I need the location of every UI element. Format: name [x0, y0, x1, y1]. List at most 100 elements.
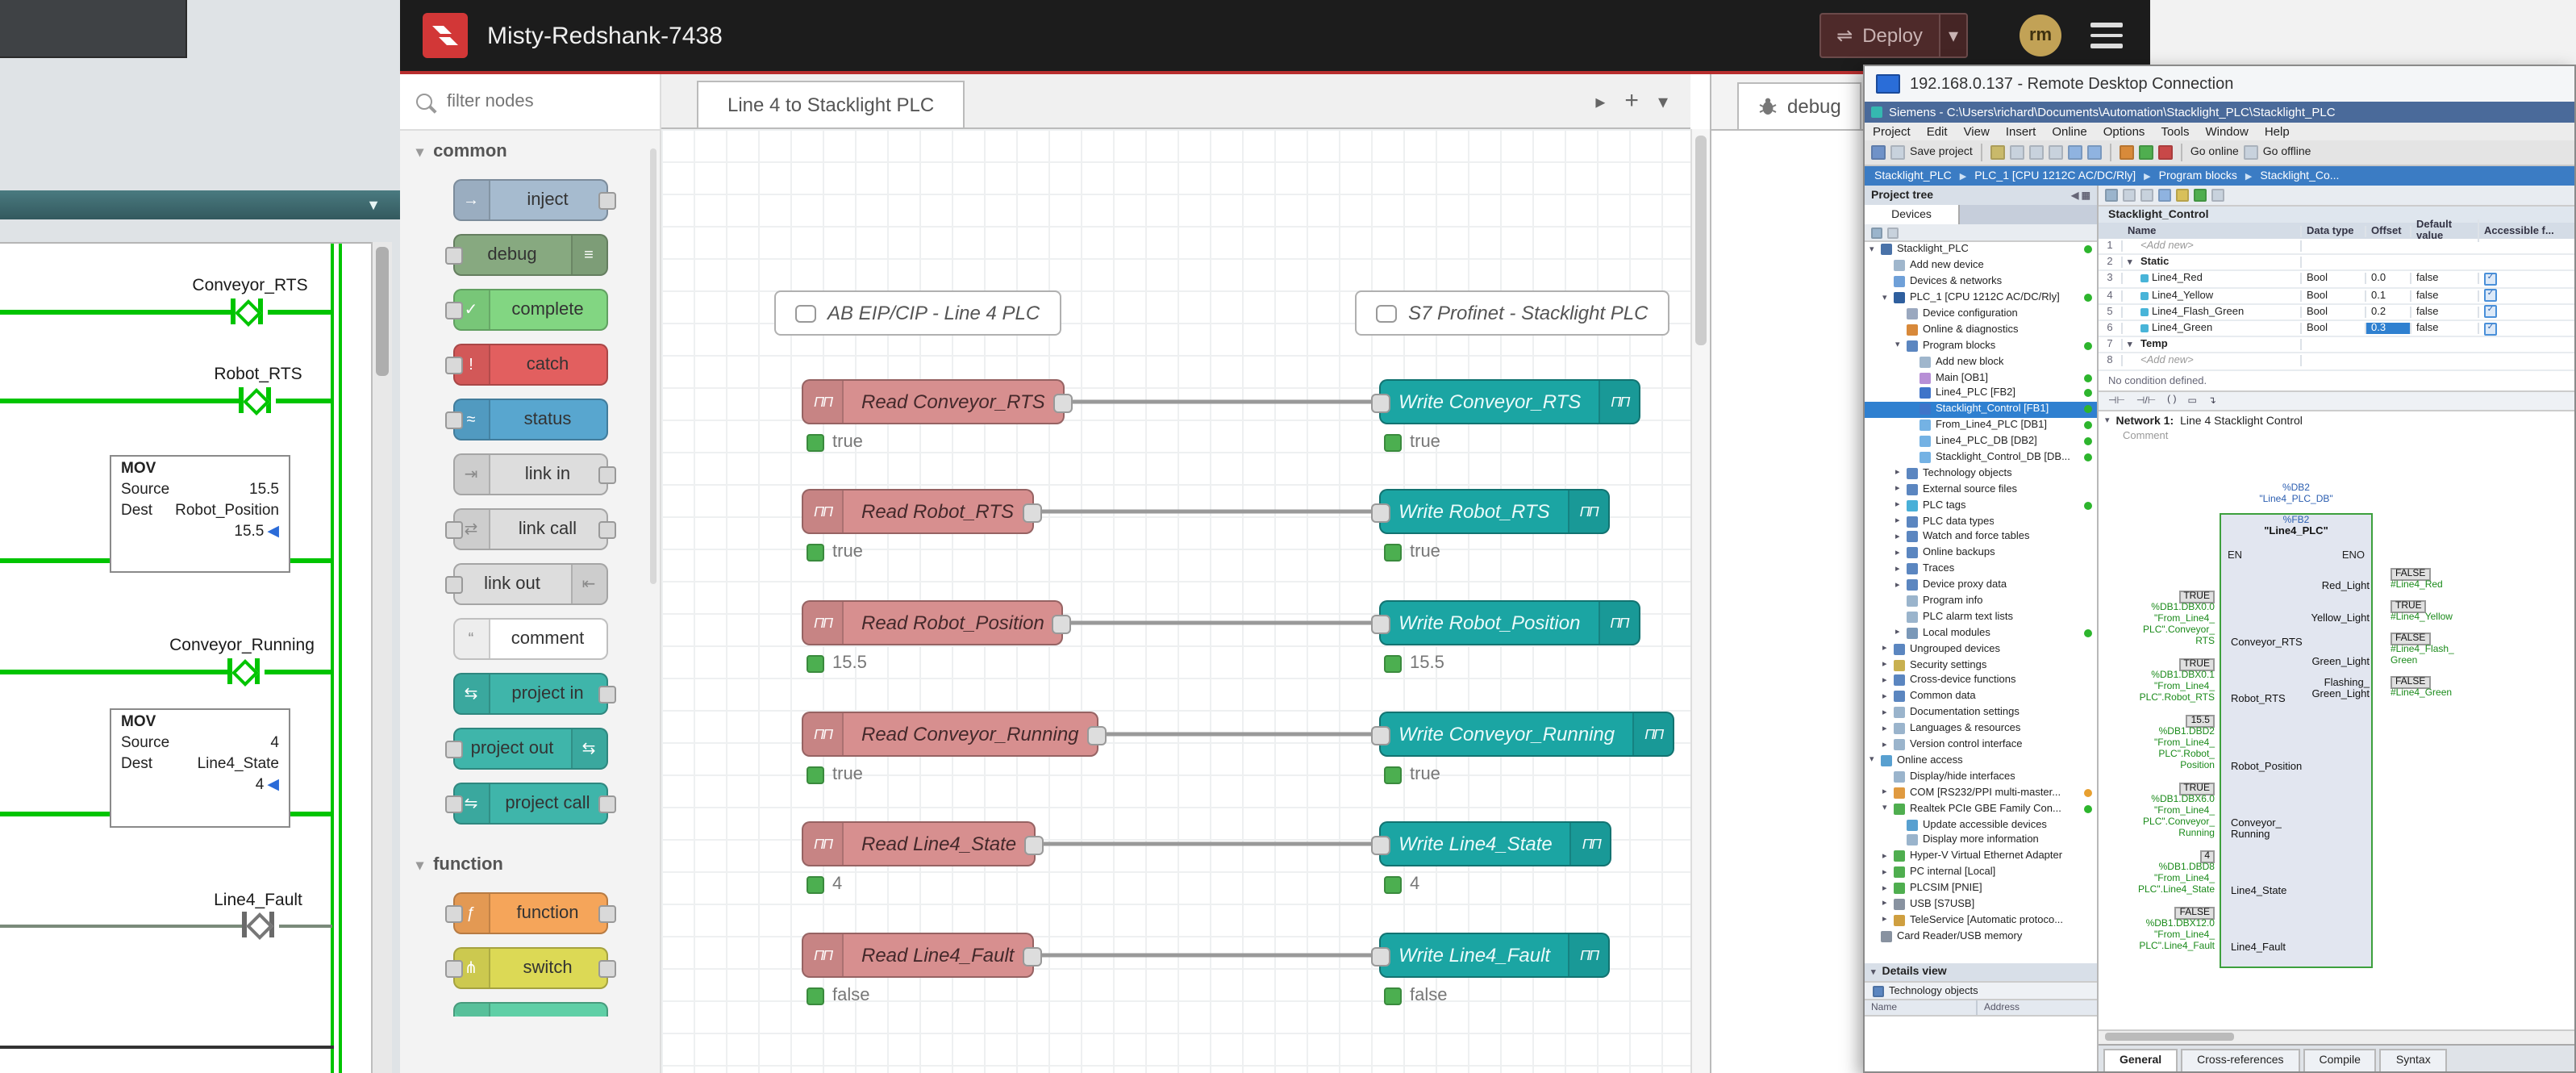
ladder-instruction-icon[interactable]: ⊣/⊢ — [2136, 395, 2156, 406]
output-port[interactable] — [1022, 503, 1041, 523]
write-node[interactable]: ΠΠ Write Line4_Fault — [1379, 933, 1610, 978]
canvas-scrollbar[interactable] — [1690, 129, 1710, 1073]
expand-arrow-icon[interactable]: ▸ — [1882, 900, 1894, 909]
fbd-input-row[interactable]: FALSE%DB1.DBX12.0 "From_Line4_ PLC".Line… — [2099, 906, 2376, 953]
fbd-output-row[interactable]: Flashing_ Green_Light FALSE#Line4_Green — [2234, 675, 2499, 699]
palette-node[interactable]: ⇋ project call — [452, 783, 607, 825]
tree-item[interactable]: ▸ Cross-device functions — [1865, 673, 2097, 689]
expand-arrow-icon[interactable]: ▸ — [1895, 565, 1907, 574]
tree-item[interactable]: PLC alarm text lists — [1865, 609, 2097, 625]
interface-row[interactable]: 7 ▾Temp ✓ — [2099, 337, 2574, 353]
output-port[interactable] — [1087, 726, 1107, 745]
menu-item[interactable]: Help — [2257, 124, 2298, 139]
scrollbar-thumb[interactable] — [2105, 1033, 2234, 1041]
tree-item[interactable]: ▸ Local modules — [1865, 625, 2097, 641]
read-node[interactable]: ΠΠ Read Robot_Position — [802, 600, 1064, 645]
tree-item[interactable]: ▸ Security settings — [1865, 657, 2097, 673]
expand-arrow-icon[interactable]: ▾ — [1869, 756, 1881, 766]
expand-arrow-icon[interactable]: ▸ — [1882, 660, 1894, 670]
print-icon[interactable] — [1990, 145, 2005, 160]
tree-item[interactable]: Stacklight_Control_DB [DB... — [1865, 449, 2097, 466]
tree-item[interactable]: Online & diagnostics — [1865, 322, 2097, 338]
breadcrumb-item[interactable]: Stacklight_PLC — [1874, 170, 1974, 182]
flow-tab[interactable]: Line 4 to Stacklight PLC — [697, 81, 965, 127]
tree-item[interactable]: ▾ Online access — [1865, 753, 2097, 769]
details-view-header[interactable]: ▾ Details view — [1865, 963, 2097, 981]
paste-icon[interactable] — [2049, 145, 2063, 160]
scrollbar-thumb[interactable] — [1695, 136, 1707, 345]
absolute-symbolic-icon[interactable] — [2176, 189, 2189, 202]
input-port[interactable] — [1371, 947, 1390, 967]
palette-node[interactable]: ⇆ project out — [452, 728, 607, 770]
mov-instruction[interactable]: MOV Source4 DestLine4_State 4◀ — [110, 708, 290, 828]
write-node[interactable]: ΠΠ Write Robot_RTS — [1379, 489, 1610, 534]
input-port[interactable] — [1371, 615, 1390, 634]
ladder-instruction-icon[interactable]: ⊣⊢ — [2108, 395, 2125, 406]
stop-icon[interactable] — [2158, 145, 2173, 160]
tree-item[interactable]: Stacklight_Control [FB1] — [1865, 402, 2097, 418]
tree-item[interactable]: ▸ External source files — [1865, 482, 2097, 498]
compile-icon[interactable] — [2120, 145, 2134, 160]
tree-item[interactable]: ▸ Documentation settings — [1865, 705, 2097, 721]
expand-arrow-icon[interactable]: ▸ — [1895, 500, 1907, 510]
go-online-button[interactable]: Go online — [2190, 147, 2239, 158]
write-node[interactable]: ΠΠ Write Conveyor_Running — [1379, 712, 1674, 757]
expand-arrow-icon[interactable]: ▸ — [1895, 628, 1907, 638]
palette-node[interactable]: ⇆ project in — [452, 673, 607, 715]
tree-item[interactable]: ▸ Common data — [1865, 689, 2097, 705]
interface-row[interactable]: 2 ▾Static ✓ — [2099, 255, 2574, 271]
tree-item[interactable]: ▸ Languages & resources — [1865, 720, 2097, 737]
palette-node[interactable]: “ comment — [452, 618, 607, 660]
interface-row[interactable]: 4 Line4_Yellow Bool 0.1 false ✓ — [2099, 288, 2574, 304]
collapse-all-icon[interactable] — [2158, 189, 2171, 202]
palette-category-common[interactable]: ▾ common — [400, 131, 660, 173]
tree-item[interactable]: ▸ Device proxy data — [1865, 577, 2097, 593]
breadcrumb-item[interactable]: PLC_1 [CPU 1212C AC/DC/Rly] — [1974, 170, 2158, 182]
ladder-panel-header[interactable]: ▼ — [0, 190, 400, 219]
tree-item[interactable]: ▸ Watch and force tables — [1865, 529, 2097, 545]
tree-item[interactable]: ▸ PLC tags — [1865, 498, 2097, 514]
fbd-input-row[interactable]: TRUE%DB1.DBX6.0 "From_Line4_ PLC".Convey… — [2099, 782, 2376, 840]
flow-canvas[interactable]: AB EIP/CIP - Line 4 PLC S7 Profinet - St… — [661, 129, 1690, 1073]
tree-item[interactable]: ▾ Realtek PCIe GBE Family Con... — [1865, 800, 2097, 816]
menu-item[interactable]: Edit — [1919, 124, 1956, 139]
palette-node[interactable]: ✓ complete — [452, 289, 607, 331]
expand-arrow-icon[interactable]: ▸ — [1882, 867, 1894, 877]
palette-node[interactable]: ⇄ link call — [452, 508, 607, 550]
fbd-input-row[interactable]: 4%DB1.DBD8 "From_Line4_ PLC".Line4_State… — [2099, 850, 2376, 896]
fbd-input-row[interactable]: 15.5%DB1.DBD2 "From_Line4_ PLC".Robot_ P… — [2099, 714, 2376, 772]
mov-instruction[interactable]: MOV Source15.5 DestRobot_Position 15.5◀ — [110, 455, 290, 573]
read-node[interactable]: ΠΠ Read Line4_Fault — [802, 933, 1033, 978]
palette-node[interactable]: ⇤ link out — [452, 563, 607, 605]
write-node[interactable]: ΠΠ Write Robot_Position — [1379, 600, 1640, 645]
expand-arrow-icon[interactable]: ▸ — [1895, 469, 1907, 478]
interface-row[interactable]: 1 <Add new> ✓ — [2099, 239, 2574, 255]
palette-scrollbar[interactable] — [650, 148, 657, 584]
tree-item[interactable]: Line4_PLC [FB2] — [1865, 386, 2097, 402]
tree-item[interactable]: ▸ TeleService [Automatic protoco... — [1865, 912, 2097, 929]
accessible-checkbox[interactable]: ✓ — [2484, 289, 2497, 302]
ladder-instruction-icon[interactable]: ▭ — [2188, 395, 2197, 406]
menu-item[interactable]: Options — [2095, 124, 2153, 139]
breadcrumb-item[interactable]: Program blocks — [2159, 170, 2261, 182]
cut-icon[interactable] — [2010, 145, 2024, 160]
output-port[interactable] — [1052, 615, 1072, 634]
interface-row[interactable]: 3 Line4_Red Bool 0.0 false ✓ — [2099, 272, 2574, 288]
fbd-output-row[interactable]: Green_Light FALSE#Line4_Flash_ Green — [2234, 632, 2499, 667]
palette-node[interactable]: ⇥ link in — [452, 453, 607, 495]
expand-arrow-icon[interactable]: ▸ — [1895, 516, 1907, 526]
network-title-row[interactable]: ▾ Network 1: Line 4 Stacklight Control — [2099, 411, 2574, 427]
delete-network-icon[interactable] — [2123, 189, 2136, 202]
expand-arrow-icon[interactable]: ▸ — [1882, 708, 1894, 718]
accessible-checkbox[interactable]: ✓ — [2484, 273, 2497, 286]
output-port[interactable] — [1022, 947, 1041, 967]
tree-item[interactable]: ▸ Technology objects — [1865, 466, 2097, 482]
write-node[interactable]: ΠΠ Write Line4_State — [1379, 821, 1612, 866]
inspector-tab[interactable]: General — [2103, 1049, 2178, 1071]
palette-node[interactable]: ƒ function — [452, 892, 607, 934]
expand-arrow-icon[interactable]: ▸ — [1882, 787, 1894, 797]
menu-item[interactable]: View — [1956, 124, 1998, 139]
tree-item[interactable]: ▸ Online backups — [1865, 545, 2097, 562]
menu-item[interactable]: Tools — [2153, 124, 2197, 139]
expand-arrow-icon[interactable]: ▸ — [1882, 740, 1894, 749]
